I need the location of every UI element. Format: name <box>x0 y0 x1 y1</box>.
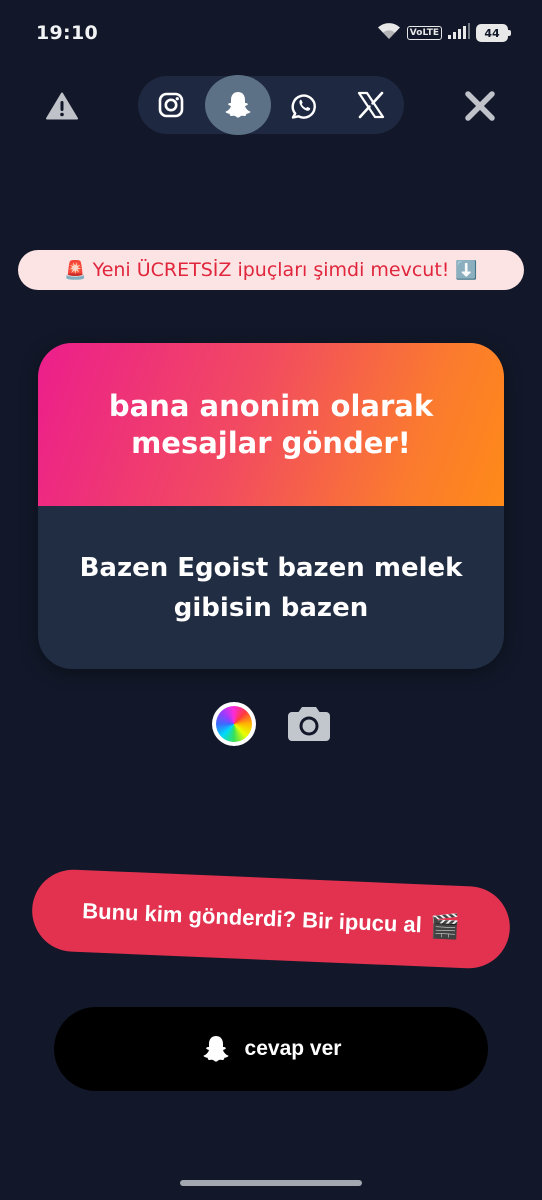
top-bar <box>0 75 542 135</box>
status-bar: 19:10 VoLTE 44 <box>0 0 542 64</box>
get-hint-label: Bunu kim gönderdi? Bir ipucu al <box>81 898 423 938</box>
card-header: bana anonim olarak mesajlar gönder! <box>38 343 504 506</box>
arrow-down-icon: ⬇️ <box>455 259 478 281</box>
platform-whatsapp[interactable] <box>271 76 337 134</box>
message-card: bana anonim olarak mesajlar gönder! Baze… <box>38 343 504 669</box>
card-body: Bazen Egoist bazen melek gibisin bazen <box>38 506 504 669</box>
instagram-icon <box>158 92 184 118</box>
signal-icon <box>448 23 470 43</box>
color-wheel-icon[interactable] <box>212 702 256 746</box>
screen: 19:10 VoLTE 44 🚨 Yeni ÜCRETSİZ ipuçları … <box>0 0 542 1200</box>
siren-icon: 🚨 <box>64 259 87 281</box>
close-icon[interactable] <box>460 88 500 124</box>
snapchat-ghost-icon <box>225 92 251 118</box>
warning-icon[interactable] <box>44 89 80 123</box>
x-icon <box>357 91 385 119</box>
color-wheel <box>216 706 252 742</box>
home-indicator[interactable] <box>180 1180 362 1186</box>
get-hint-button[interactable]: Bunu kim gönderdi? Bir ipucu al 🎬 <box>30 868 512 970</box>
platform-snapchat[interactable] <box>205 75 271 135</box>
whatsapp-icon <box>291 94 316 119</box>
status-time: 19:10 <box>36 22 98 44</box>
wifi-icon <box>377 22 401 44</box>
battery-icon: 44 <box>476 24 511 42</box>
promo-banner-text: Yeni ÜCRETSİZ ipuçları şimdi mevcut! <box>92 259 450 281</box>
platform-instagram[interactable] <box>138 76 204 134</box>
card-title: bana anonim olarak mesajlar gönder! <box>108 388 434 460</box>
platform-switcher <box>138 75 404 135</box>
volte-badge: VoLTE <box>406 26 442 40</box>
snapchat-ghost-icon <box>203 1036 229 1062</box>
platform-x[interactable] <box>338 76 404 134</box>
reply-button[interactable]: cevap ver <box>54 1007 488 1091</box>
card-message: Bazen Egoist bazen melek gibisin bazen <box>79 552 463 623</box>
reply-button-label: cevap ver <box>244 1037 342 1060</box>
camera-icon[interactable] <box>286 700 332 746</box>
clapper-board-icon: 🎬 <box>429 912 461 941</box>
status-icons: VoLTE 44 <box>377 22 511 44</box>
promo-banner[interactable]: 🚨 Yeni ÜCRETSİZ ipuçları şimdi mevcut! ⬇… <box>18 250 524 290</box>
